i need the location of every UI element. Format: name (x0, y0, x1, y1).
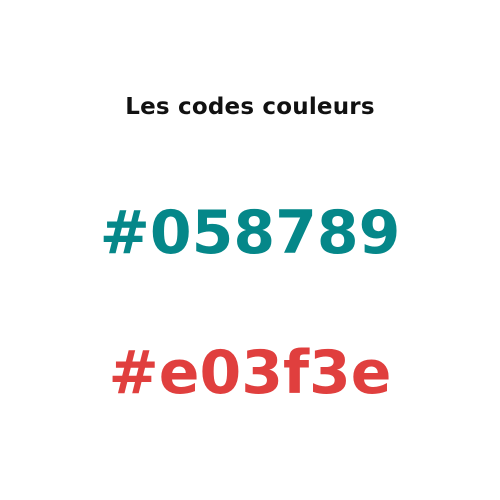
page-title: Les codes couleurs (125, 94, 375, 120)
color-code-red: #e03f3e (108, 338, 392, 408)
page: Les codes couleurs #058789 #e03f3e (0, 0, 500, 500)
color-code-teal: #058789 (99, 198, 401, 268)
